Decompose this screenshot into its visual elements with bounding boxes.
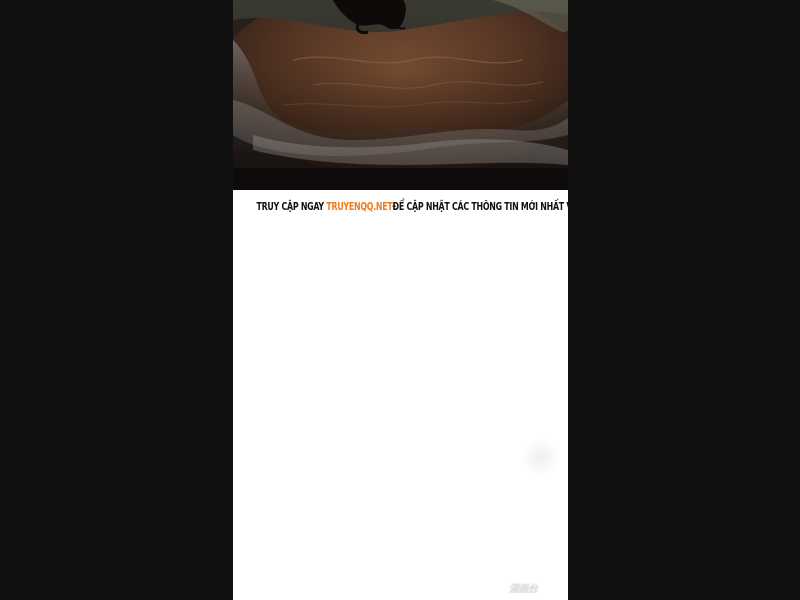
comic-artwork bbox=[233, 0, 568, 190]
watermark-logo: 漫画台 bbox=[509, 584, 538, 595]
faint-smudge bbox=[521, 438, 561, 476]
reader-viewport[interactable]: TRUY CẬP NGAY TRUYENQQ.NETĐỂ CẬP NHẬT CÁ… bbox=[0, 0, 800, 600]
notice-suffix: ĐỂ CẬP NHẬT CÁC THÔNG TIN MỚI NHẤT VỀ TR… bbox=[392, 202, 568, 213]
blank-page-area bbox=[233, 222, 568, 600]
notice-prefix: TRUY CẬP NGAY bbox=[256, 202, 324, 213]
site-link[interactable]: TRUYENQQ.NET bbox=[326, 202, 392, 213]
comic-page-column[interactable]: TRUY CẬP NGAY TRUYENQQ.NETĐỂ CẬP NHẬT CÁ… bbox=[233, 0, 568, 600]
site-notice-banner: TRUY CẬP NGAY TRUYENQQ.NETĐỂ CẬP NHẬT CÁ… bbox=[256, 199, 568, 217]
comic-panel-image bbox=[233, 0, 568, 190]
